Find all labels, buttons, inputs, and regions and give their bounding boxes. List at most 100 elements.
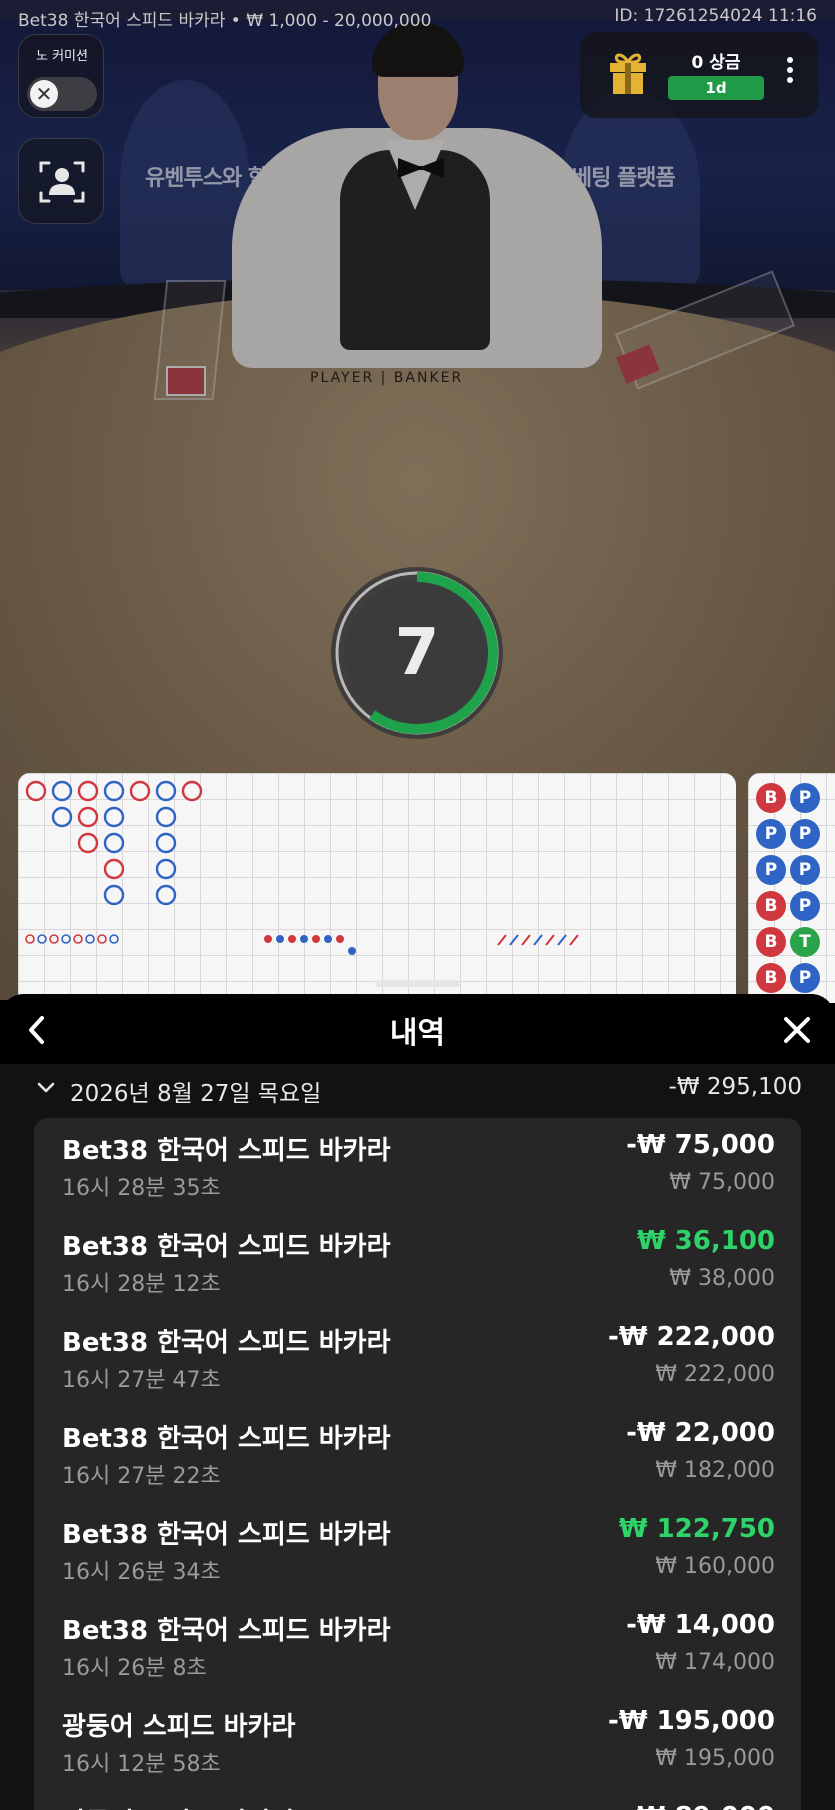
stake-amount: ₩ 182,000: [655, 1458, 775, 1483]
road-cell: [155, 806, 177, 828]
road-cell: [51, 806, 73, 828]
date-total: -₩ 295,100: [668, 1074, 802, 1100]
bead: P: [790, 819, 820, 849]
history-row[interactable]: Bet38 한국어 스피드 바카라 16시 26분 34초 ₩ 122,750 …: [34, 1502, 801, 1598]
derived-road-cell: [109, 934, 119, 944]
derived-road-cell: [336, 935, 344, 943]
game-name: Bet38 한국어 스피드 바카라: [62, 1424, 391, 1454]
derived-road-cell: [509, 934, 519, 946]
road-cell: [103, 806, 125, 828]
bead: B: [756, 927, 786, 957]
close-button[interactable]: [777, 1010, 817, 1050]
bead: P: [756, 819, 786, 849]
bead: P: [790, 855, 820, 885]
net-result: -₩ 222,000: [608, 1322, 775, 1352]
game-name: 광둥어 스피드 바카라: [62, 1712, 296, 1742]
sheet-title: 내역: [389, 1016, 446, 1051]
net-result: -₩ 75,000: [626, 1130, 775, 1160]
history-row[interactable]: Bet38 한국어 스피드 바카라 16시 28분 12초 ₩ 36,100 ₩…: [34, 1214, 801, 1310]
history-row[interactable]: 광둥어 스피드 바카라 16시 12분 58초 -₩ 195,000 ₩ 195…: [34, 1694, 801, 1790]
round-id: ID: 17261254024 11:16: [614, 6, 817, 26]
road-cell: [103, 780, 125, 802]
net-result: ₩ 122,750: [618, 1514, 775, 1544]
derived-road-cell: [276, 935, 284, 943]
bead-road[interactable]: BPPPPPBPBTBP: [748, 773, 835, 1003]
history-row[interactable]: 광둥어 스피드 바카라 -₩ 89,000: [34, 1790, 801, 1810]
bead: T: [790, 927, 820, 957]
more-options-icon[interactable]: [780, 54, 800, 94]
bead: B: [756, 783, 786, 813]
stake-amount: ₩ 174,000: [655, 1650, 775, 1675]
derived-road-cell: [97, 934, 107, 944]
road-cell: [155, 780, 177, 802]
road-cell: [155, 884, 177, 906]
history-row[interactable]: Bet38 한국어 스피드 바카라 16시 28분 35초 -₩ 75,000 …: [34, 1118, 801, 1214]
road-map-marks: [25, 780, 579, 955]
bead: P: [790, 783, 820, 813]
prize-label: 0 상금: [691, 53, 741, 73]
net-result: -₩ 14,000: [626, 1610, 775, 1640]
derived-road-cell: [348, 947, 356, 955]
derived-road-cell: [545, 934, 555, 946]
derived-road-cell: [533, 934, 543, 946]
derived-road-cell: [288, 935, 296, 943]
stake-amount: ₩ 160,000: [655, 1554, 775, 1579]
history-list: Bet38 한국어 스피드 바카라 16시 28분 35초 -₩ 75,000 …: [34, 1118, 801, 1810]
road-cell: [77, 806, 99, 828]
road-cell: [155, 832, 177, 854]
derived-road-cell: [312, 935, 320, 943]
bet-time: 16시 28분 35초: [62, 1176, 221, 1201]
derived-road-cell: [569, 934, 579, 946]
stake-amount: ₩ 38,000: [669, 1266, 775, 1291]
bet-time: 16시 27분 47초: [62, 1368, 221, 1393]
chevron-down-icon: [37, 1082, 55, 1093]
sheet-header: 내역: [0, 994, 835, 1064]
derived-road-cell: [25, 934, 35, 944]
stake-amount: ₩ 222,000: [655, 1362, 775, 1387]
gift-icon: [610, 53, 646, 94]
game-name: 광둥어 스피드 바카라: [62, 1802, 295, 1810]
bet-time: 16시 26분 8초: [62, 1656, 207, 1681]
road-cell: [103, 858, 125, 880]
sheet-drag-handle[interactable]: [375, 980, 461, 987]
bet-time: 16시 26분 34초: [62, 1560, 221, 1585]
derived-road-cell: [521, 934, 531, 946]
countdown-seconds: 7: [394, 616, 440, 690]
close-icon: [784, 1017, 810, 1043]
no-commission-label: 노 커미션: [36, 49, 88, 64]
road-map[interactable]: [18, 773, 736, 1003]
road-cell: [103, 884, 125, 906]
net-result: ₩ 36,100: [636, 1226, 775, 1256]
derived-road-cell: [85, 934, 95, 944]
bead: B: [756, 963, 786, 993]
road-cell: [181, 780, 203, 802]
bet-time: 16시 28분 12초: [62, 1272, 221, 1297]
road-cell: [129, 780, 151, 802]
game-name: Bet38 한국어 스피드 바카라: [62, 1136, 391, 1166]
history-sheet: 내역 2026년 8월 27일 목요일 -₩ 295,100 Bet38 한국어…: [0, 994, 835, 1810]
road-cell: [77, 832, 99, 854]
game-name: Bet38 한국어 스피드 바카라: [62, 1520, 391, 1550]
road-cell: [77, 780, 99, 802]
game-info: Bet38 한국어 스피드 바카라 • ₩ 1,000 - 20,000,000: [18, 11, 432, 31]
bet-time: 16시 27분 22초: [62, 1464, 221, 1489]
date-label: 2026년 8월 27일 목요일: [70, 1081, 322, 1107]
stake-amount: ₩ 75,000: [669, 1170, 775, 1195]
prize-widget[interactable]: 0 상금 1d: [580, 32, 818, 118]
history-row[interactable]: Bet38 한국어 스피드 바카라 16시 26분 8초 -₩ 14,000 ₩…: [34, 1598, 801, 1694]
derived-road-cell: [497, 934, 507, 946]
derived-road-cell: [300, 935, 308, 943]
bet-time: 16시 12분 58초: [62, 1752, 221, 1777]
no-commission-toggle[interactable]: ✕: [27, 77, 97, 111]
derived-road-cell: [557, 934, 567, 946]
countdown-timer: 7: [328, 564, 506, 742]
prize-badge: 1d: [668, 76, 764, 100]
bead: P: [756, 855, 786, 885]
video-view-button[interactable]: [18, 138, 104, 224]
date-group-header[interactable]: 2026년 8월 27일 목요일 -₩ 295,100: [34, 1072, 802, 1108]
history-row[interactable]: Bet38 한국어 스피드 바카라 16시 27분 47초 -₩ 222,000…: [34, 1310, 801, 1406]
bead: B: [756, 891, 786, 921]
history-row[interactable]: Bet38 한국어 스피드 바카라 16시 27분 22초 -₩ 22,000 …: [34, 1406, 801, 1502]
road-cell: [155, 858, 177, 880]
net-result: -₩ 195,000: [608, 1706, 775, 1736]
